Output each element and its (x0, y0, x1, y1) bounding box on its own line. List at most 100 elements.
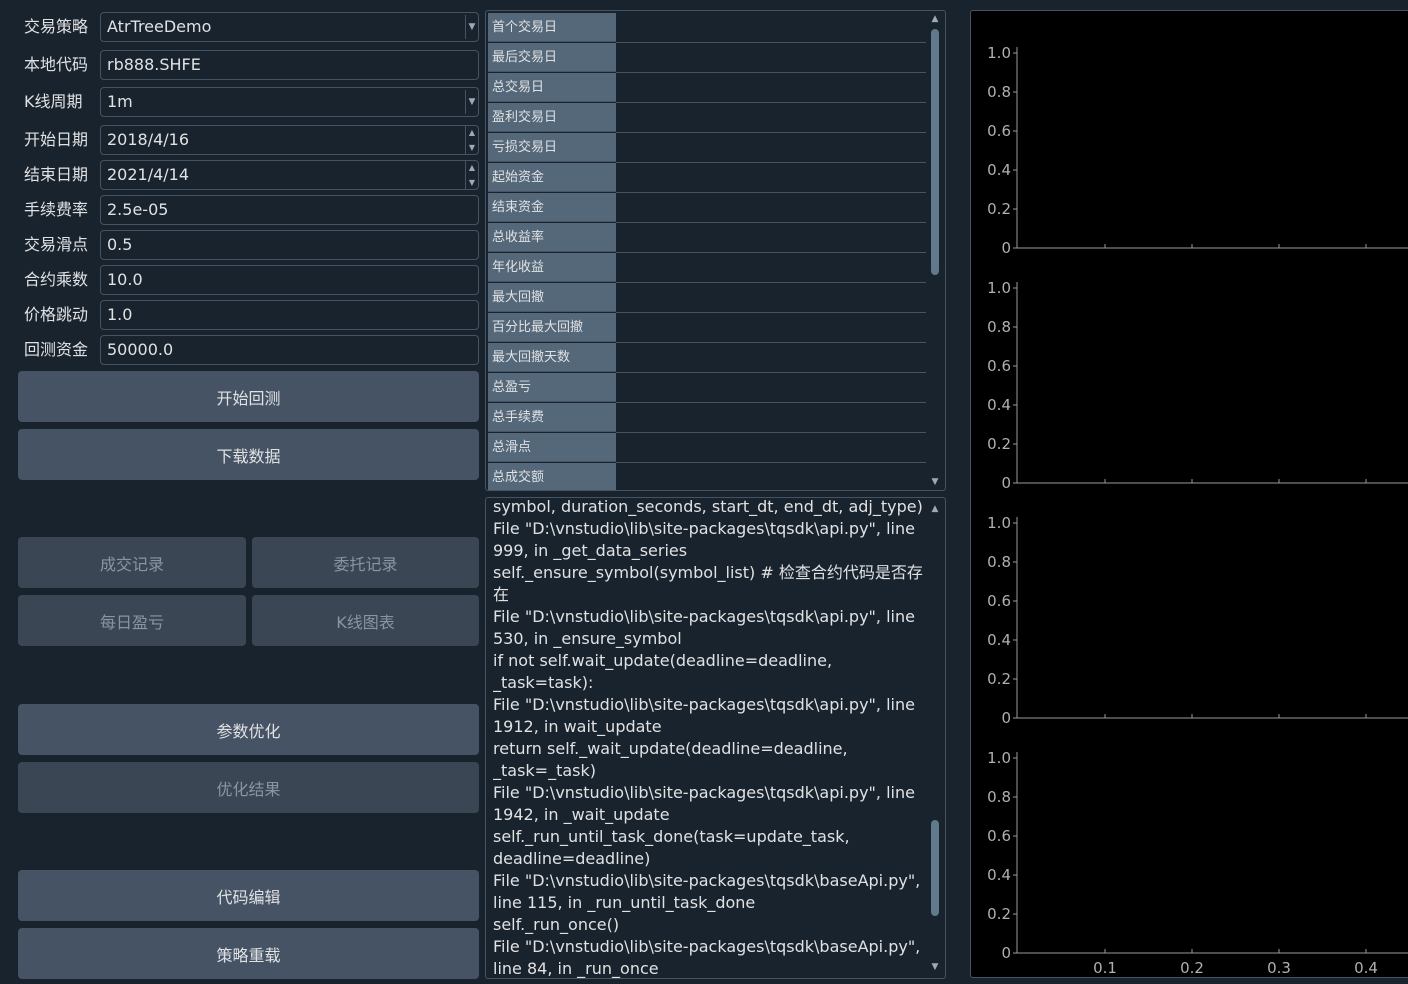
log-line: 1912, in wait_update (493, 717, 662, 736)
statistics-scrollbar[interactable]: ▲ ▼ (929, 11, 941, 490)
edit-code-button[interactable]: 代码编辑 (18, 870, 479, 921)
reload-strategy-button[interactable]: 策略重载 (18, 928, 479, 979)
statistics-value-cell[interactable] (616, 373, 926, 403)
log-output[interactable]: symbol, duration_seconds, start_dt, end_… (485, 497, 946, 979)
optimize-result-button[interactable]: 优化结果 (18, 762, 479, 813)
scrollbar-handle[interactable] (931, 820, 939, 916)
trade-records-button[interactable]: 成交记录 (18, 537, 246, 588)
statistics-value-cell[interactable] (616, 73, 926, 103)
y-tick-label: 0.2 (987, 200, 1011, 218)
order-records-button[interactable]: 委托记录 (252, 537, 479, 588)
interval-combobox[interactable]: 1m ▼ (100, 87, 479, 117)
statistics-row[interactable]: 最后交易日 (488, 43, 945, 73)
optimize-button[interactable]: 参数优化 (18, 704, 479, 755)
statistics-value-cell[interactable] (616, 463, 926, 490)
y-tick-label: 0.6 (987, 357, 1011, 375)
y-tick-label: 1.0 (987, 279, 1011, 297)
statistics-value-cell[interactable] (616, 43, 926, 73)
spin-down-icon[interactable]: ▼ (469, 141, 475, 154)
date-spinner[interactable]: ▲ ▼ (465, 126, 478, 154)
statistics-row-header: 起始资金 (488, 163, 616, 192)
statistics-row[interactable]: 总盈亏 (488, 373, 945, 403)
slippage-input[interactable]: 0.5 (100, 230, 479, 260)
statistics-row[interactable]: 最大回撤天数 (488, 343, 945, 373)
pricetick-label: 价格跳动 (24, 305, 89, 324)
y-tick-label: 0.8 (987, 553, 1011, 571)
start-date-edit[interactable]: 2018/4/16 ▲ ▼ (100, 125, 479, 155)
statistics-value-cell[interactable] (616, 103, 926, 133)
statistics-value-cell[interactable] (616, 13, 926, 43)
size-input[interactable]: 10.0 (100, 265, 479, 295)
statistics-value-cell[interactable] (616, 283, 926, 313)
statistics-value-cell[interactable] (616, 163, 926, 193)
y-tick-label: 0 (1001, 944, 1011, 962)
date-spinner[interactable]: ▲ ▼ (465, 161, 478, 189)
strategy-row: 交易策略 AtrTreeDemo ▼ (18, 12, 479, 42)
y-tick-label: 0.8 (987, 83, 1011, 101)
statistics-table[interactable]: 首个交易日 最后交易日 总交易日 盈利交易日 亏损交易日 起始资金 结束资金 总收益率 年化收益… (485, 10, 946, 491)
statistics-row-header: 首个交易日 (488, 13, 616, 42)
statistics-row[interactable]: 最大回撤 (488, 283, 945, 313)
log-line: self._run_once() (493, 915, 620, 934)
spin-down-icon[interactable]: ▼ (469, 176, 475, 189)
statistics-row[interactable]: 盈利交易日 (488, 103, 945, 133)
statistics-value-cell[interactable] (616, 313, 926, 343)
y-tick-label: 0.2 (987, 905, 1011, 923)
symbol-value: rb888.SHFE (107, 55, 201, 74)
y-tick-label: 1.0 (987, 749, 1011, 767)
scroll-down-icon[interactable]: ▼ (929, 476, 941, 488)
spin-up-icon[interactable]: ▲ (469, 126, 475, 139)
scroll-down-icon[interactable]: ▼ (929, 961, 941, 973)
statistics-row-header: 百分比最大回撤 (488, 313, 616, 342)
statistics-row[interactable]: 首个交易日 (488, 13, 945, 43)
start-date-label: 开始日期 (24, 130, 89, 149)
kline-chart-button[interactable]: K线图表 (252, 595, 479, 646)
rate-input[interactable]: 2.5e-05 (100, 195, 479, 225)
scrollbar-handle[interactable] (931, 29, 939, 275)
symbol-input[interactable]: rb888.SHFE (100, 50, 479, 80)
statistics-value-cell[interactable] (616, 193, 926, 223)
spin-up-icon[interactable]: ▲ (469, 161, 475, 174)
scroll-up-icon[interactable]: ▲ (929, 503, 941, 515)
statistics-row[interactable]: 总收益率 (488, 223, 945, 253)
statistics-value-cell[interactable] (616, 433, 926, 463)
statistics-row[interactable]: 年化收益 (488, 253, 945, 283)
statistics-value-cell[interactable] (616, 223, 926, 253)
end-date-edit[interactable]: 2021/4/14 ▲ ▼ (100, 160, 479, 190)
y-tick-label: 0 (1001, 474, 1011, 492)
statistics-value-cell[interactable] (616, 343, 926, 373)
statistics-row[interactable]: 总成交额 (488, 463, 945, 490)
chevron-down-icon[interactable]: ▼ (465, 15, 478, 39)
statistics-row[interactable]: 总滑点 (488, 433, 945, 463)
scroll-up-icon[interactable]: ▲ (929, 13, 941, 25)
strategy-combobox[interactable]: AtrTreeDemo ▼ (100, 12, 479, 42)
pricetick-input[interactable]: 1.0 (100, 300, 479, 330)
statistics-row-header: 总收益率 (488, 223, 616, 252)
result-chart-panel[interactable]: 1.0 0.8 0.6 0.4 0.2 0 1.0 0.8 0.6 0.4 0.2 0 1.0 0.8 0.… (970, 10, 1408, 978)
statistics-value-cell[interactable] (616, 133, 926, 163)
pricetick-value: 1.0 (107, 305, 133, 324)
statistics-row[interactable]: 总交易日 (488, 73, 945, 103)
chart-panel-3: 1.0 0.8 0.6 0.4 0.2 0 (987, 514, 1408, 727)
daily-pnl-button[interactable]: 每日盈亏 (18, 595, 246, 646)
statistics-value-cell[interactable] (616, 403, 926, 433)
download-data-button[interactable]: 下载数据 (18, 429, 479, 480)
chevron-down-icon[interactable]: ▼ (465, 90, 478, 114)
statistics-row[interactable]: 亏损交易日 (488, 133, 945, 163)
statistics-row[interactable]: 起始资金 (488, 163, 945, 193)
statistics-row-header: 总手续费 (488, 403, 616, 432)
statistics-row[interactable]: 结束资金 (488, 193, 945, 223)
statistics-row[interactable]: 总手续费 (488, 403, 945, 433)
statistics-row[interactable]: 百分比最大回撤 (488, 313, 945, 343)
rate-row: 手续费率 2.5e-05 (18, 195, 479, 225)
y-tick-label: 1.0 (987, 44, 1011, 62)
statistics-row-header: 总交易日 (488, 73, 616, 102)
interval-value: 1m (107, 92, 133, 111)
capital-input[interactable]: 50000.0 (100, 335, 479, 365)
start-backtest-button[interactable]: 开始回测 (18, 371, 479, 422)
log-line: self._run_until_task_done(task=update_ta… (493, 827, 850, 846)
statistics-row-header: 最大回撤天数 (488, 343, 616, 372)
log-scrollbar[interactable]: ▲ ▼ (929, 498, 941, 978)
capital-row: 回测资金 50000.0 (18, 335, 479, 365)
statistics-value-cell[interactable] (616, 253, 926, 283)
